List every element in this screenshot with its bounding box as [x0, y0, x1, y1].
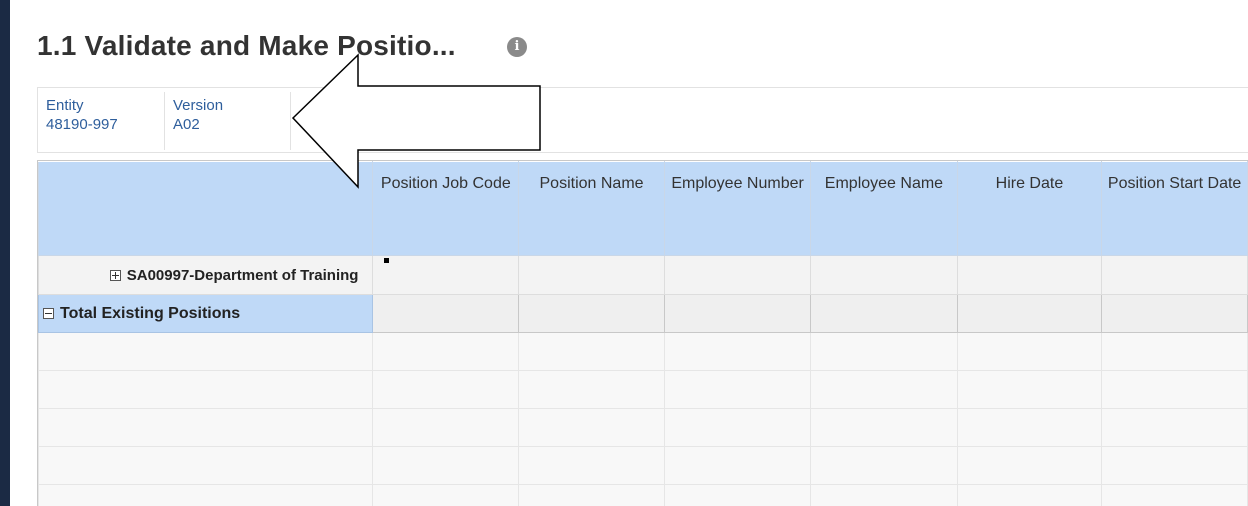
grid-cell [1101, 446, 1248, 485]
grid-cell[interactable] [663, 294, 812, 333]
column-header-employee-name[interactable]: Employee Name [810, 161, 958, 256]
pov-entity[interactable]: Entity 48190-997 [46, 96, 118, 134]
grid-cell [663, 332, 812, 371]
pov-entity-label: Entity [46, 97, 84, 114]
grid-cell [38, 484, 374, 506]
grid-cell[interactable] [1101, 294, 1248, 333]
pov-entity-value[interactable]: 48190-997 [46, 115, 118, 134]
grid-cell [810, 446, 958, 485]
grid-cell [810, 332, 958, 371]
grid-cell [372, 408, 520, 447]
pov-divider [290, 92, 291, 150]
table-row [38, 446, 1248, 485]
grid-cell [372, 446, 520, 485]
grid-cell [38, 370, 374, 409]
table-row [38, 408, 1248, 447]
column-header-position-job-code[interactable]: Position Job Code [372, 161, 520, 256]
grid-cell[interactable] [372, 255, 520, 295]
info-icon[interactable]: i [507, 37, 527, 57]
column-header-position-name[interactable]: Position Name [518, 161, 665, 256]
grid-cell[interactable] [1101, 255, 1248, 295]
grid-cell[interactable] [956, 255, 1103, 295]
grid-cell [1101, 370, 1248, 409]
column-header-hire-date[interactable]: Hire Date [956, 161, 1103, 256]
grid-cell[interactable] [956, 294, 1103, 333]
table-row [38, 370, 1248, 409]
data-grid: Position Job Code Position Name Employee… [37, 160, 1248, 506]
grid-cell [518, 408, 665, 447]
grid-cell [956, 446, 1103, 485]
grid-cell [372, 370, 520, 409]
grid-cell[interactable] [810, 255, 958, 295]
row-header-department-label: SA00997-Department of Training [126, 266, 359, 284]
grid-cell [518, 446, 665, 485]
grid-cell[interactable] [663, 255, 812, 295]
grid-header-row: Position Job Code Position Name Employee… [38, 161, 1248, 256]
table-row: SA00997-Department of Training [38, 255, 1248, 295]
grid-cell [372, 332, 520, 371]
grid-cell [956, 484, 1103, 506]
grid-cell [518, 332, 665, 371]
pov-version-value[interactable]: A02 [173, 115, 223, 134]
table-row: Total Existing Positions [38, 294, 1248, 333]
pov-divider [164, 92, 165, 150]
cell-selection-marker [384, 258, 389, 263]
pov-version-label: Version [173, 97, 224, 114]
grid-cell [956, 408, 1103, 447]
row-header-total-label: Total Existing Positions [60, 304, 241, 322]
grid-cell [663, 484, 812, 506]
grid-cell [38, 332, 374, 371]
collapse-minus-icon[interactable] [43, 307, 54, 319]
grid-cell [663, 446, 812, 485]
grid-cell [956, 332, 1103, 371]
grid-cell [1101, 332, 1248, 371]
row-header-department[interactable]: SA00997-Department of Training [38, 255, 374, 295]
grid-corner-cell [38, 161, 374, 256]
row-header-total-existing-positions[interactable]: Total Existing Positions [38, 294, 374, 333]
table-row [38, 332, 1248, 371]
grid-cell [372, 484, 520, 506]
pov-version[interactable]: Version A02 [173, 96, 223, 134]
grid-cell[interactable] [810, 294, 958, 333]
grid-cell [1101, 408, 1248, 447]
grid-cell [1101, 484, 1248, 506]
expand-plus-icon[interactable] [109, 270, 121, 282]
grid-cell [663, 408, 812, 447]
pov-bar: Entity 48190-997 Version A02 [37, 87, 1248, 153]
grid-cell[interactable] [518, 255, 665, 295]
page-title: 1.1 Validate and Make Positio... [37, 30, 456, 61]
column-header-employee-number[interactable]: Employee Number [663, 161, 812, 256]
grid-cell [810, 370, 958, 409]
grid-cell [810, 484, 958, 506]
grid-cell[interactable] [518, 294, 665, 333]
grid-cell [810, 408, 958, 447]
table-row [38, 484, 1248, 506]
left-sidebar-edge [0, 0, 10, 506]
grid-cell [518, 484, 665, 506]
grid-cell [518, 370, 665, 409]
grid-cell [38, 446, 374, 485]
grid-cell [663, 370, 812, 409]
grid-cell [956, 370, 1103, 409]
grid-cell[interactable] [372, 294, 520, 333]
column-header-position-start-date[interactable]: Position Start Date [1101, 161, 1248, 256]
grid-cell [38, 408, 374, 447]
